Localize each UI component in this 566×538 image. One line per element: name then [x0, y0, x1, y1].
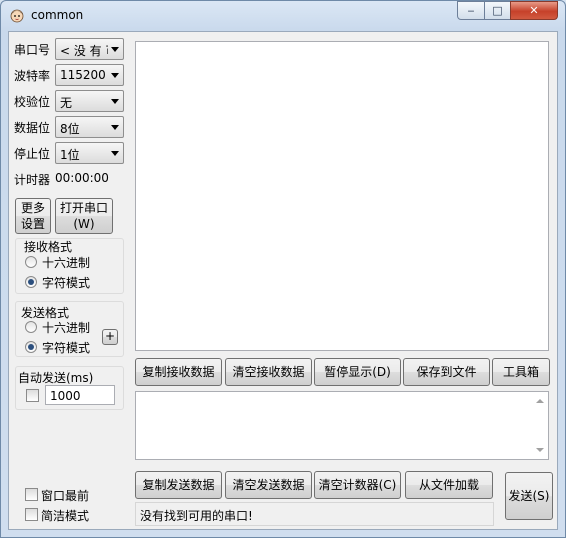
window-title: common [31, 8, 84, 22]
port-value: < 没 有 可 [60, 44, 108, 58]
client-area: 串口号 < 没 有 可 波特率 115200 校验位 无 数据位 8位 停止位 … [8, 31, 558, 530]
copy-receive-button[interactable]: 复制接收数据 [135, 358, 222, 386]
scroll-up-icon[interactable] [536, 399, 544, 403]
close-button[interactable]: ✕ [510, 1, 558, 20]
save-to-file-button[interactable]: 保存到文件 [403, 358, 490, 386]
chevron-down-icon [111, 73, 119, 78]
simple-mode-label: 简洁模式 [41, 509, 90, 523]
send-textarea[interactable] [135, 391, 549, 460]
databits-label: 数据位 [14, 121, 51, 135]
baud-label: 波特率 [14, 69, 51, 83]
timer-value: 00:00:00 [55, 171, 109, 185]
timer-label: 计时器 [14, 173, 51, 187]
receive-char-label: 字符模式 [42, 276, 91, 290]
load-from-file-button[interactable]: 从文件加载 [405, 471, 493, 499]
open-port-line2: (W) [73, 217, 95, 231]
more-settings-line1: 更多 [20, 201, 45, 215]
receive-format-group: 接收格式 十六进制 字符模式 [15, 238, 124, 294]
topmost-label: 窗口最前 [41, 489, 90, 503]
maximize-button[interactable]: □ [484, 1, 511, 20]
more-settings-line2: 设置 [20, 217, 45, 231]
minimize-icon: ‒ [467, 4, 475, 17]
clear-send-button[interactable]: 清空发送数据 [225, 471, 312, 499]
copy-send-button[interactable]: 复制发送数据 [135, 471, 222, 499]
auto-send-title: 自动发送(ms) [18, 371, 94, 385]
send-char-label: 字符模式 [42, 341, 91, 355]
main-window: common ‒ □ ✕ 串口号 < 没 有 可 波特率 115200 校验位 … [0, 0, 566, 538]
more-settings-button[interactable]: 更多 设置 [15, 198, 51, 234]
receive-hex-label: 十六进制 [42, 256, 91, 270]
open-port-button[interactable]: 打开串口 (W) [55, 198, 113, 234]
clear-counter-button[interactable]: 清空计数器(C) [314, 471, 401, 499]
open-port-line1: 打开串口 [59, 201, 108, 215]
parity-label: 校验位 [14, 95, 51, 109]
send-scrollbar[interactable] [531, 392, 548, 459]
stopbits-select[interactable]: 1位 [55, 142, 124, 164]
toolbox-button[interactable]: 工具箱 [492, 358, 550, 386]
stopbits-label: 停止位 [14, 147, 51, 161]
databits-value: 8位 [60, 122, 80, 136]
send-hex-label: 十六进制 [42, 321, 91, 335]
send-hex-radio[interactable] [25, 321, 37, 333]
scroll-down-icon[interactable] [536, 448, 544, 452]
send-char-radio[interactable] [25, 341, 37, 353]
send-format-group: 发送格式 十六进制 字符模式 + [15, 301, 124, 357]
add-button[interactable]: + [102, 329, 118, 345]
parity-value: 无 [60, 96, 73, 110]
chevron-down-icon [111, 125, 119, 130]
app-avatar-icon [10, 9, 24, 23]
databits-select[interactable]: 8位 [55, 116, 124, 138]
port-select[interactable]: < 没 有 可 [55, 38, 124, 60]
clear-receive-button[interactable]: 清空接收数据 [225, 358, 312, 386]
port-label: 串口号 [14, 43, 51, 57]
stopbits-value: 1位 [60, 148, 80, 162]
baud-value: 115200 [60, 68, 106, 82]
receive-format-title: 接收格式 [24, 240, 73, 254]
parity-select[interactable]: 无 [55, 90, 124, 112]
topmost-checkbox[interactable] [25, 488, 38, 501]
status-bar: 没有找到可用的串口! [135, 502, 494, 526]
chevron-down-icon [111, 99, 119, 104]
send-button[interactable]: 发送(S) [505, 472, 553, 520]
receive-char-radio[interactable] [25, 276, 37, 288]
simple-mode-checkbox[interactable] [25, 508, 38, 521]
pause-display-button[interactable]: 暂停显示(D) [314, 358, 401, 386]
minimize-button[interactable]: ‒ [457, 1, 485, 20]
close-icon: ✕ [529, 4, 539, 17]
receive-hex-radio[interactable] [25, 256, 37, 268]
auto-send-group: 自动发送(ms) 1000 [15, 366, 124, 410]
maximize-icon: □ [492, 4, 503, 17]
auto-send-interval-input[interactable]: 1000 [45, 385, 115, 405]
receive-textarea[interactable] [135, 41, 549, 351]
baud-select[interactable]: 115200 [55, 64, 124, 86]
chevron-down-icon [111, 47, 119, 52]
title-bar[interactable]: common ‒ □ ✕ [1, 1, 565, 31]
chevron-down-icon [111, 151, 119, 156]
auto-send-checkbox[interactable] [26, 389, 39, 402]
